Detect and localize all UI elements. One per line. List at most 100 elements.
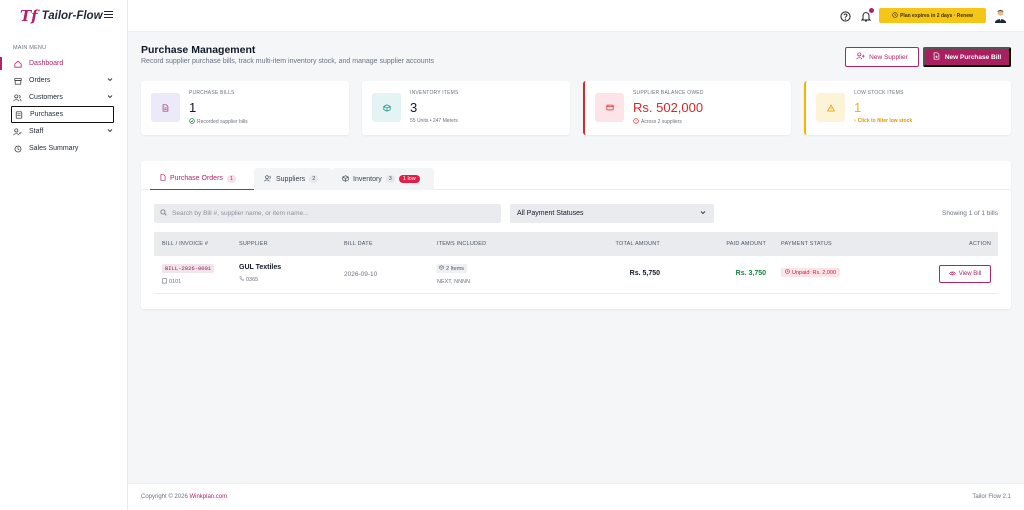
sidebar-nav: Dashboard Orders Customers Purchases Sta… bbox=[0, 55, 127, 157]
purchases-panel: Purchase Orders 1 Suppliers 2 Inventory … bbox=[141, 161, 1011, 309]
new-supplier-label: New Supplier bbox=[869, 53, 908, 61]
wallet-icon bbox=[595, 93, 624, 122]
sidebar-item-dashboard[interactable]: Dashboard bbox=[0, 55, 127, 72]
avatar[interactable] bbox=[993, 8, 1008, 23]
supplier-phone-text: 0365 bbox=[246, 276, 259, 283]
clock-icon bbox=[13, 144, 22, 153]
stat-card-purchase-bills: PURCHASE BILLS 1 Recorded supplier bills bbox=[141, 81, 349, 135]
page-title: Purchase Management bbox=[141, 44, 256, 56]
bill-icon bbox=[151, 93, 180, 122]
check-circle-icon bbox=[189, 118, 195, 126]
th-date: BILL DATE bbox=[344, 241, 373, 247]
box-icon bbox=[439, 265, 444, 272]
chevron-down-icon[interactable] bbox=[107, 77, 113, 84]
staff-icon bbox=[13, 127, 22, 136]
select-value: All Payment Statuses bbox=[517, 210, 584, 217]
stat-note: Across 2 suppliers bbox=[633, 118, 682, 126]
stat-card-supplier-balance: SUPPLIER BALANCE OWED Rs. 502,000 Across… bbox=[583, 81, 791, 135]
sidebar-item-sales-summary[interactable]: Sales Summary bbox=[0, 140, 127, 157]
sidebar: Tf Tailor-Flow MAIN MENU Dashboard Order… bbox=[0, 0, 128, 510]
paid-amount: Rs. 3,750 bbox=[735, 270, 766, 277]
tab-label: Suppliers bbox=[276, 175, 306, 183]
chevron-down-icon[interactable] bbox=[107, 128, 113, 135]
alert-circle-icon bbox=[633, 118, 639, 126]
table-row[interactable]: BILL-2026-0001 0101 GUL Textiles 0365 20… bbox=[154, 256, 998, 294]
home-icon bbox=[13, 59, 22, 68]
copyright: Copyright © 2026 Winkplan.com bbox=[141, 494, 227, 500]
stat-value: 3 bbox=[410, 100, 418, 115]
notification-dot bbox=[869, 8, 874, 13]
sidebar-item-orders[interactable]: Orders bbox=[0, 72, 127, 89]
sidebar-item-customers[interactable]: Customers bbox=[0, 89, 127, 106]
tab-count: 1 bbox=[226, 174, 236, 183]
bill-number: BILL-2026-0001 bbox=[162, 264, 215, 273]
status-badge: Unpaid: Rs. 2,000 bbox=[781, 268, 841, 277]
chevron-down-icon[interactable] bbox=[107, 94, 113, 101]
table-header: BILL / INVOICE # SUPPLIER BILL DATE ITEM… bbox=[154, 232, 998, 256]
stat-card-low-stock[interactable]: LOW STOCK ITEMS 1 › Click to filter low … bbox=[804, 81, 1011, 135]
sidebar-item-label: Orders bbox=[29, 77, 51, 84]
users-icon bbox=[264, 174, 272, 184]
tab-inventory[interactable]: Inventory 3 1 low bbox=[332, 168, 434, 190]
search-box bbox=[154, 204, 501, 223]
stat-note: 55 Units • 247 Meters bbox=[410, 118, 458, 124]
add-user-icon bbox=[856, 52, 865, 62]
tab-suppliers[interactable]: Suppliers 2 bbox=[254, 168, 332, 190]
stat-label: LOW STOCK ITEMS bbox=[854, 90, 904, 96]
stat-note-text: Across 2 suppliers bbox=[641, 119, 682, 125]
stat-note: › Click to filter low stock bbox=[854, 118, 912, 124]
total-amount: Rs. 5,750 bbox=[629, 270, 660, 277]
tab-label: Inventory bbox=[353, 175, 382, 183]
plan-renew-badge[interactable]: Plan expires in 2 days · Renew bbox=[879, 8, 986, 23]
purchases-icon bbox=[14, 110, 23, 119]
page-subtitle: Record supplier purchase bills, track mu… bbox=[141, 58, 434, 65]
orders-icon bbox=[13, 76, 22, 85]
sidebar-item-purchases[interactable]: Purchases bbox=[11, 106, 114, 123]
view-bill-button[interactable]: View Bill bbox=[939, 265, 991, 283]
help-icon[interactable] bbox=[839, 10, 851, 22]
stat-note-text: 55 Units • 247 Meters bbox=[410, 118, 458, 124]
box-icon bbox=[372, 93, 401, 122]
bell-icon[interactable] bbox=[860, 8, 874, 22]
new-supplier-button[interactable]: New Supplier bbox=[845, 47, 919, 67]
users-icon bbox=[13, 93, 22, 102]
sidebar-item-label: Sales Summary bbox=[29, 145, 79, 152]
stat-value: Rs. 502,000 bbox=[633, 100, 704, 115]
tab-purchase-orders[interactable]: Purchase Orders 1 bbox=[150, 168, 254, 190]
sidebar-item-label: Staff bbox=[29, 128, 44, 135]
th-items: ITEMS INCLUDED bbox=[437, 241, 487, 247]
low-stock-badge: 1 low bbox=[398, 175, 420, 183]
brand-name: Tailor-Flow bbox=[41, 10, 103, 22]
bill-ref-text: 0101 bbox=[169, 279, 182, 285]
new-purchase-bill-button[interactable]: New Purchase Bill bbox=[923, 47, 1011, 67]
eye-icon bbox=[948, 271, 956, 278]
file-plus-icon bbox=[933, 52, 940, 62]
clock-icon bbox=[892, 11, 898, 20]
plan-badge-text: Plan expires in 2 days · Renew bbox=[900, 12, 973, 19]
view-bill-label: View Bill bbox=[958, 271, 982, 277]
main-content: Purchase Management Record supplier purc… bbox=[128, 32, 1024, 482]
stat-label: SUPPLIER BALANCE OWED bbox=[633, 90, 704, 96]
stat-note: Recorded supplier bills bbox=[189, 118, 248, 126]
th-total: TOTAL AMOUNT bbox=[615, 241, 660, 247]
receipt-icon bbox=[162, 278, 167, 286]
sidebar-item-label: Customers bbox=[29, 94, 63, 101]
warning-icon bbox=[816, 93, 845, 122]
stat-value: 1 bbox=[189, 100, 197, 115]
items-count-text: 2 Items bbox=[446, 265, 465, 272]
topbar: Plan expires in 2 days · Renew bbox=[128, 0, 1024, 32]
menu-toggle-icon[interactable] bbox=[104, 11, 113, 18]
company-link[interactable]: Winkplan.com bbox=[189, 494, 227, 500]
search-input[interactable] bbox=[172, 210, 492, 217]
stat-label: INVENTORY ITEMS bbox=[410, 90, 459, 96]
items-names: NEXT, NNNN bbox=[437, 279, 471, 285]
stat-note-text: Recorded supplier bills bbox=[197, 119, 248, 125]
copyright-text: Copyright © 2026 bbox=[141, 494, 188, 500]
th-supplier: SUPPLIER bbox=[239, 241, 268, 247]
tab-count: 2 bbox=[309, 175, 319, 183]
th-status: PAYMENT STATUS bbox=[781, 241, 832, 247]
payment-status-select[interactable]: All Payment Statuses bbox=[510, 204, 714, 223]
sidebar-item-label: Purchases bbox=[30, 111, 64, 118]
sidebar-item-staff[interactable]: Staff bbox=[0, 123, 127, 140]
stat-value: 1 bbox=[854, 100, 862, 115]
